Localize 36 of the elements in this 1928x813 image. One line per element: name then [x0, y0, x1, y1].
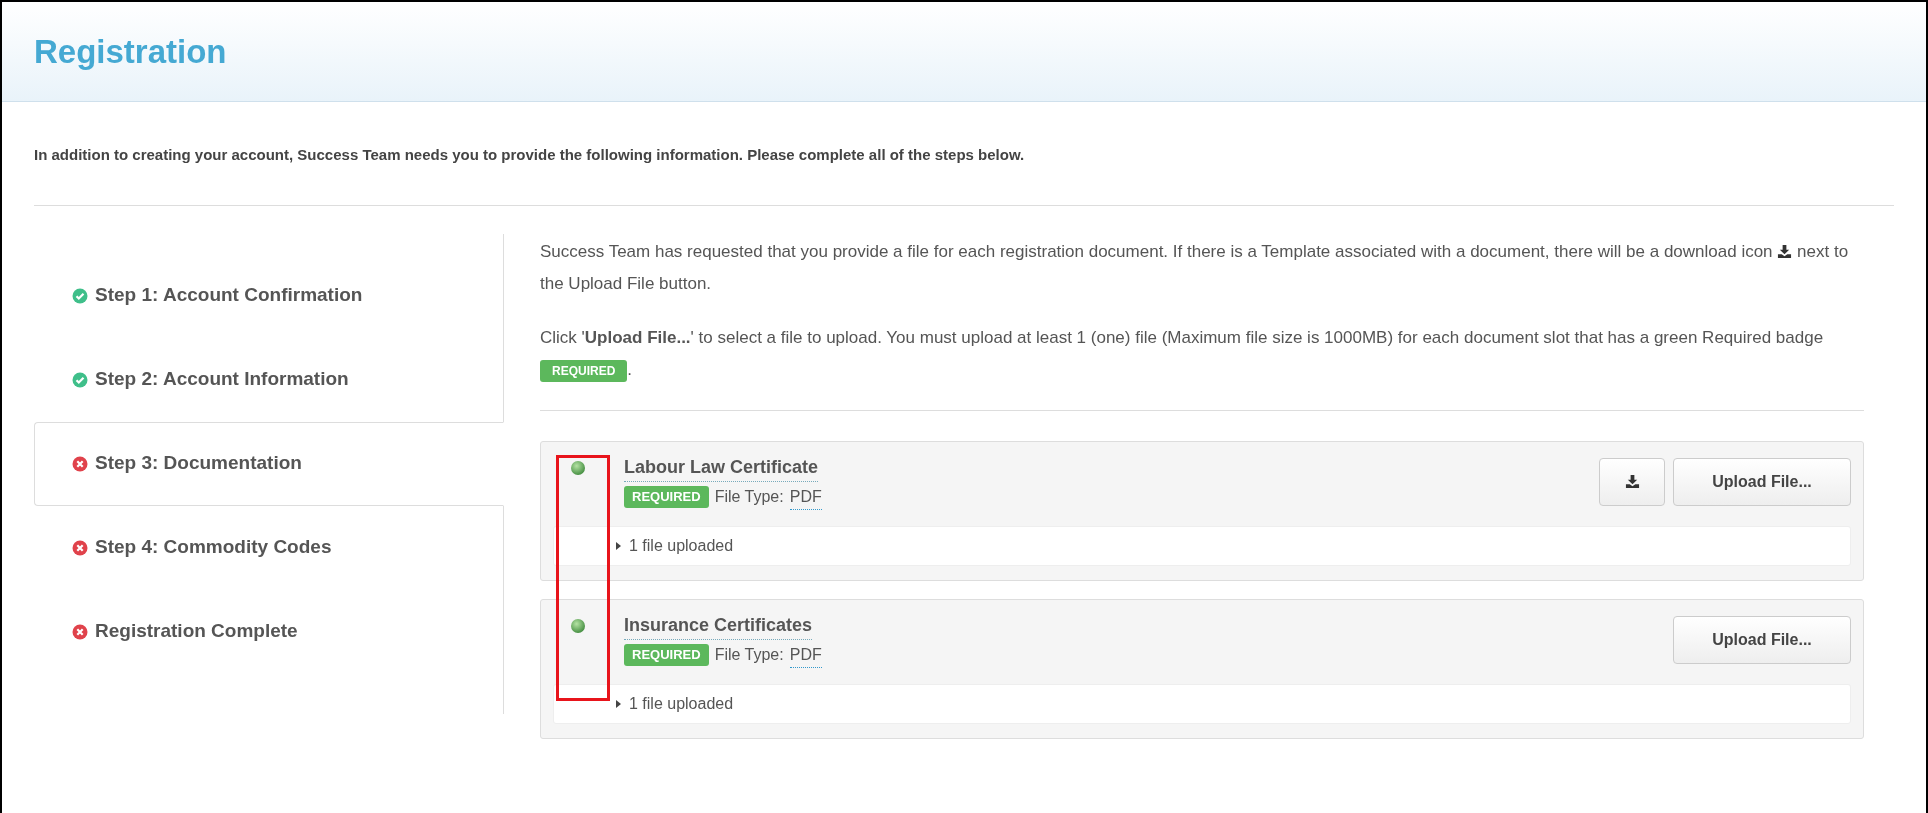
step-tab[interactable]: Registration Complete [34, 589, 503, 674]
step-tab[interactable]: Step 1: Account Confirmation [34, 253, 503, 338]
status-dot-icon [570, 459, 586, 476]
step-label: Step 3: Documentation [95, 451, 302, 476]
file-type-value: PDF [789, 484, 822, 510]
intro-text: In addition to creating your account, Success Team needs you to provide the following information. Please complete all of the steps below. [34, 145, 1026, 165]
step-label: Step 1: Account Confirmation [95, 283, 363, 308]
document-title[interactable]: Insurance Certificates [624, 611, 813, 640]
page-title: Registration [34, 31, 227, 72]
step-tab[interactable]: Step 2: Account Information [34, 337, 503, 422]
document-title[interactable]: Labour Law Certificate [624, 453, 819, 482]
help-paragraph: Success Team has requested that you provide a file for each registration document. If there is a Template associated with a document, there will be a download icon next to the Upload File button. [540, 240, 1850, 295]
step-label: Registration Complete [95, 619, 298, 644]
upload-file-button[interactable]: Upload File... [1673, 457, 1851, 506]
status-dot-icon [570, 617, 586, 634]
uploaded-count: 1 file uploaded [629, 693, 734, 714]
required-badge: REQUIRED [624, 644, 709, 666]
step-tab[interactable]: Step 3: Documentation [34, 421, 504, 506]
download-template-button[interactable] [1599, 457, 1665, 506]
caret-right-icon [616, 540, 622, 551]
help-paragraph: Click 'Upload File...' to select a file to upload. You must upload at least 1 (one) file (Maximum file size is 1000MB) for each document slot that has a green Required badge REQUIRED . [540, 321, 1864, 386]
upload-file-button[interactable]: Upload File... [1673, 615, 1851, 664]
required-badge: REQUIRED [624, 486, 709, 508]
step-tab[interactable]: Step 4: Commodity Codes [34, 505, 503, 590]
uploaded-files-toggle[interactable]: 1 file uploaded [553, 683, 1851, 724]
file-type-label: File Type: [714, 487, 784, 507]
uploaded-count: 1 file uploaded [629, 535, 734, 556]
step-label: Step 2: Account Information [95, 367, 349, 392]
download-icon [1777, 243, 1793, 259]
file-type-label: File Type: [714, 645, 784, 665]
uploaded-files-toggle[interactable]: 1 file uploaded [553, 525, 1851, 566]
required-badge: REQUIRED [540, 359, 628, 382]
caret-right-icon [616, 698, 622, 709]
step-label: Step 4: Commodity Codes [95, 535, 332, 560]
file-type-value: PDF [789, 642, 822, 668]
download-icon [1624, 474, 1640, 489]
